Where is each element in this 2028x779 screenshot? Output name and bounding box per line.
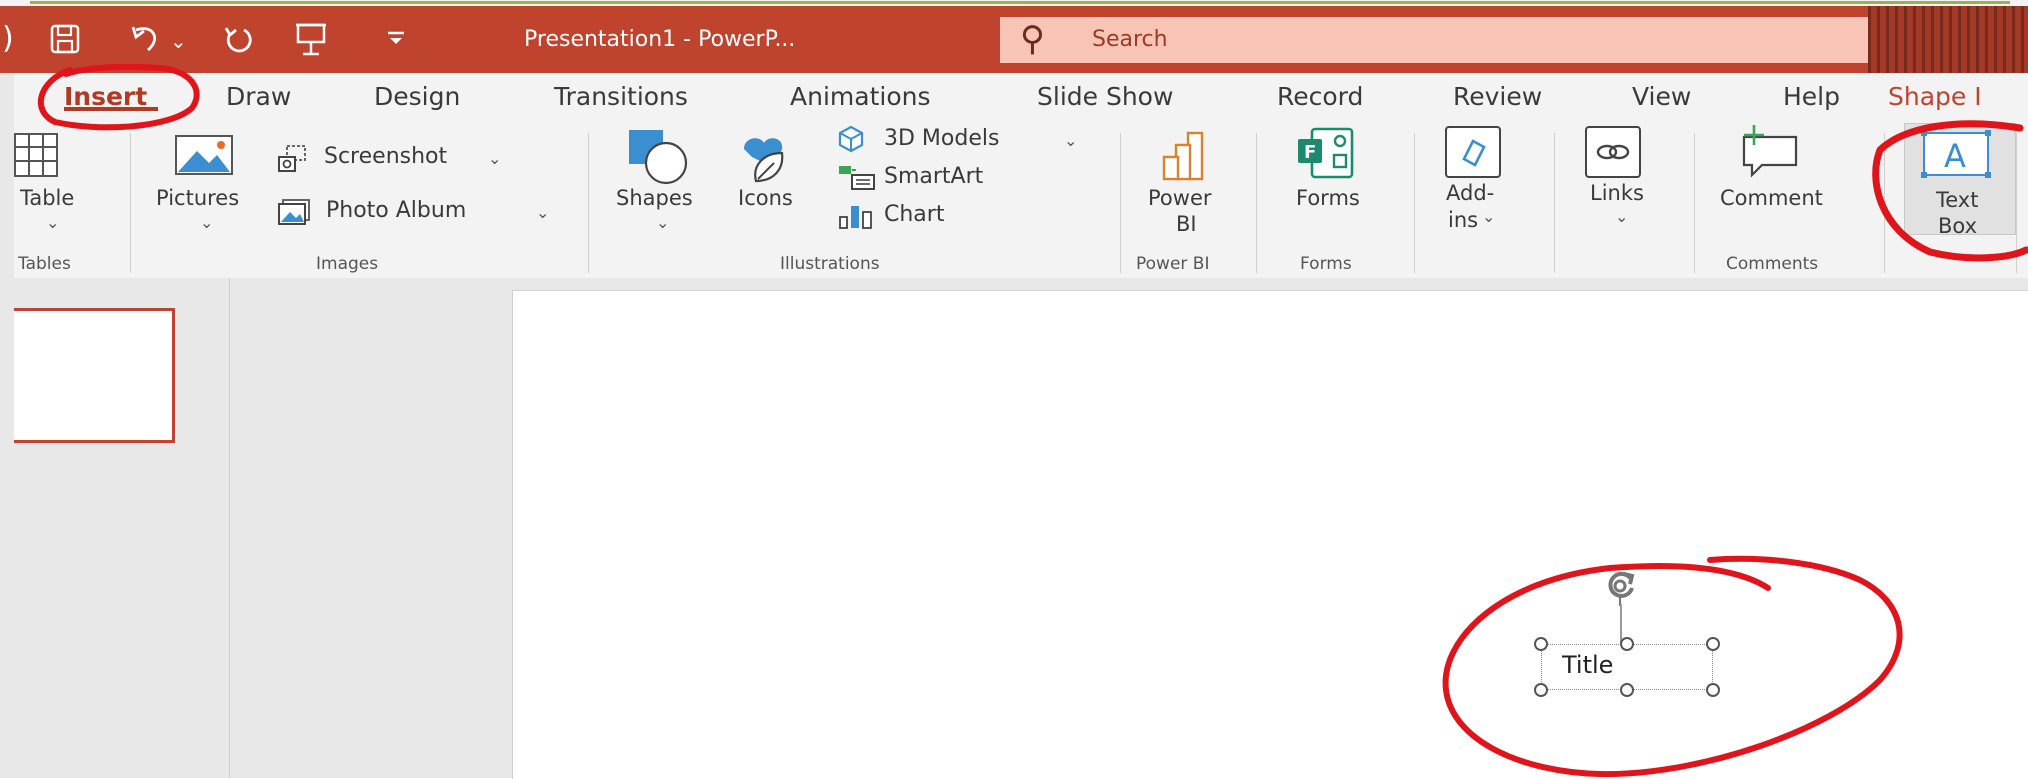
annotation-circle-title-placeholder [1442, 555, 1903, 778]
